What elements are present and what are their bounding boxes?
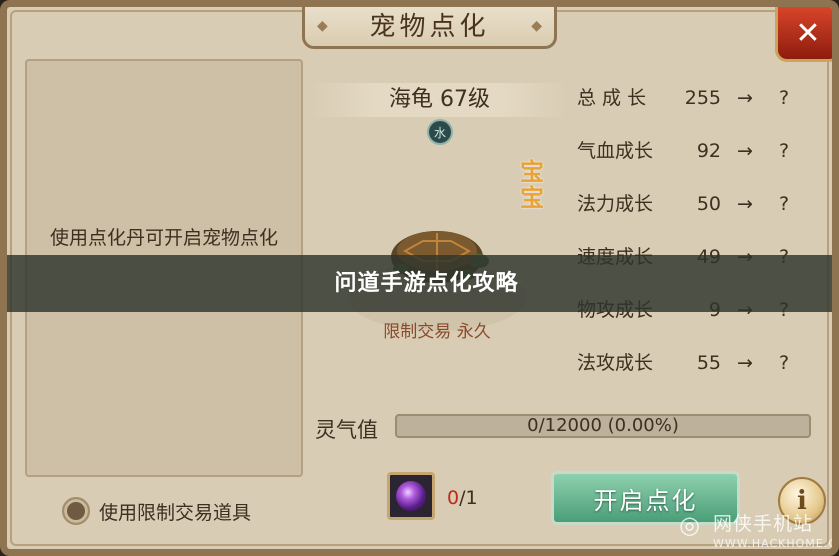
stat-value: 55 — [696, 352, 721, 374]
title-ornament-left-icon: ◆ — [317, 18, 328, 34]
stat-label: 法攻成长 — [577, 352, 654, 374]
stat-row-mana: 法力成长 50 → ? — [577, 189, 807, 219]
arrow-right-icon: → — [737, 87, 753, 109]
stat-target: ? — [779, 352, 790, 374]
stat-row-magic-attack: 法攻成长 55 → ? — [577, 348, 807, 378]
site-watermark: ◎ 网侠手机站 WWW.HACKHOME.COM — [679, 503, 837, 550]
trade-restriction-text: 限制交易 永久 — [383, 322, 491, 342]
stat-target: ? — [779, 87, 790, 109]
aura-progress-bar: 0/12000 (0.00%) — [395, 414, 811, 438]
refine-hint-text: 使用点化丹可开启宠物点化 — [49, 227, 278, 249]
watermark-logo-icon: ◎ — [679, 511, 700, 539]
banner-title: 问道手游点化攻略 — [334, 271, 519, 296]
close-x-icon: ✕ — [795, 15, 821, 51]
restricted-item-radio[interactable] — [62, 497, 90, 525]
restricted-item-label: 使用限制交易道具 — [99, 501, 252, 524]
restricted-item-option[interactable]: 使用限制交易道具 — [62, 497, 251, 525]
aura-label: 灵气值 — [315, 418, 378, 442]
arrow-right-icon: → — [737, 352, 753, 374]
title-plate: ◆ 宠物点化 ◆ — [302, 7, 557, 49]
watermark-url: WWW.HACKHOME.COM — [713, 537, 837, 550]
stat-target: ? — [779, 140, 790, 162]
stat-value: 50 — [696, 193, 721, 215]
stat-label: 气血成长 — [577, 140, 654, 162]
purple-orb-icon — [396, 481, 426, 511]
arrow-right-icon: → — [737, 193, 753, 215]
stat-label: 总 成 长 — [577, 87, 647, 109]
stat-target: ? — [779, 193, 790, 215]
refine-item-slot[interactable] — [387, 472, 435, 520]
item-count: 0/1 — [447, 487, 478, 509]
arrow-right-icon: → — [737, 140, 753, 162]
item-count-current: 0 — [447, 487, 460, 509]
title-ornament-right-icon: ◆ — [531, 18, 542, 34]
aura-progress-text: 0/12000 (0.00%) — [527, 415, 679, 436]
stat-label: 法力成长 — [577, 193, 654, 215]
stat-row-hp: 气血成长 92 → ? — [577, 136, 807, 166]
stat-row-total: 总 成 长 255 → ? — [577, 83, 807, 113]
watermark-title: 网侠手机站 — [713, 513, 814, 535]
article-banner: 问道手游点化攻略 — [7, 255, 832, 312]
stat-value: 255 — [684, 87, 721, 109]
stat-value: 92 — [696, 140, 721, 162]
close-button[interactable]: ✕ — [775, 7, 832, 62]
pet-name-level: 海龟 67级 — [312, 83, 567, 117]
window-title: 宠物点化 — [369, 12, 490, 42]
pet-refine-window: ◆ 宠物点化 ◆ ✕ 使用点化丹可开启宠物点化 使用限制交易道具 海龟 67级 … — [0, 0, 839, 556]
item-count-total: /1 — [459, 487, 478, 509]
